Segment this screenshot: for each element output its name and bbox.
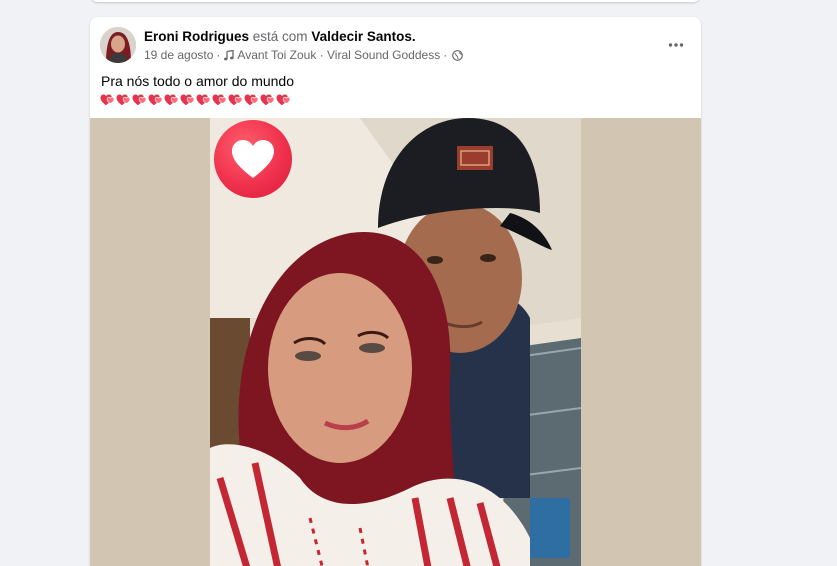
post-card: Eroni Rodrigues está com Valdecir Santos… (90, 17, 701, 566)
heart-emoji-icon (228, 94, 243, 105)
heart-emoji-icon (260, 94, 275, 105)
with-text: está com (252, 29, 308, 44)
post-text: Pra nós todo o amor do mundo (101, 73, 295, 89)
globe-icon[interactable] (452, 49, 464, 61)
post-date[interactable]: 19 de agosto (144, 48, 213, 62)
heart-emoji-icon (212, 94, 227, 105)
heart-emoji-icon (180, 94, 195, 105)
post-photo-container[interactable] (90, 118, 701, 566)
more-horizontal-icon (668, 35, 684, 53)
author-line: Eroni Rodrigues está com Valdecir Santos… (144, 29, 416, 44)
previous-post-card (90, 0, 701, 2)
heart-emoji-row (100, 91, 292, 107)
heart-emoji-icon (100, 94, 115, 105)
heart-emoji-icon (196, 94, 211, 105)
love-reaction-icon (214, 120, 292, 198)
tagged-name[interactable]: Valdecir Santos. (311, 29, 415, 44)
music-track[interactable]: Avant Toi Zouk · Viral Sound Goddess (237, 48, 440, 62)
heart-emoji-icon (116, 94, 131, 105)
more-options-button[interactable] (663, 31, 689, 57)
heart-emoji-icon (148, 94, 163, 105)
heart-emoji-icon (164, 94, 179, 105)
meta-separator-2: · (443, 48, 448, 62)
author-name[interactable]: Eroni Rodrigues (144, 29, 249, 44)
post-meta: 19 de agosto · Avant Toi Zouk · Viral So… (144, 48, 464, 62)
music-note-icon (223, 49, 235, 61)
heart-emoji-icon (276, 94, 291, 105)
post-photo[interactable] (210, 118, 581, 566)
heart-emoji-icon (244, 94, 259, 105)
post-header: Eroni Rodrigues está com Valdecir Santos… (90, 17, 701, 73)
avatar[interactable] (100, 27, 136, 63)
meta-separator: · (216, 48, 221, 62)
heart-emoji-icon (132, 94, 147, 105)
